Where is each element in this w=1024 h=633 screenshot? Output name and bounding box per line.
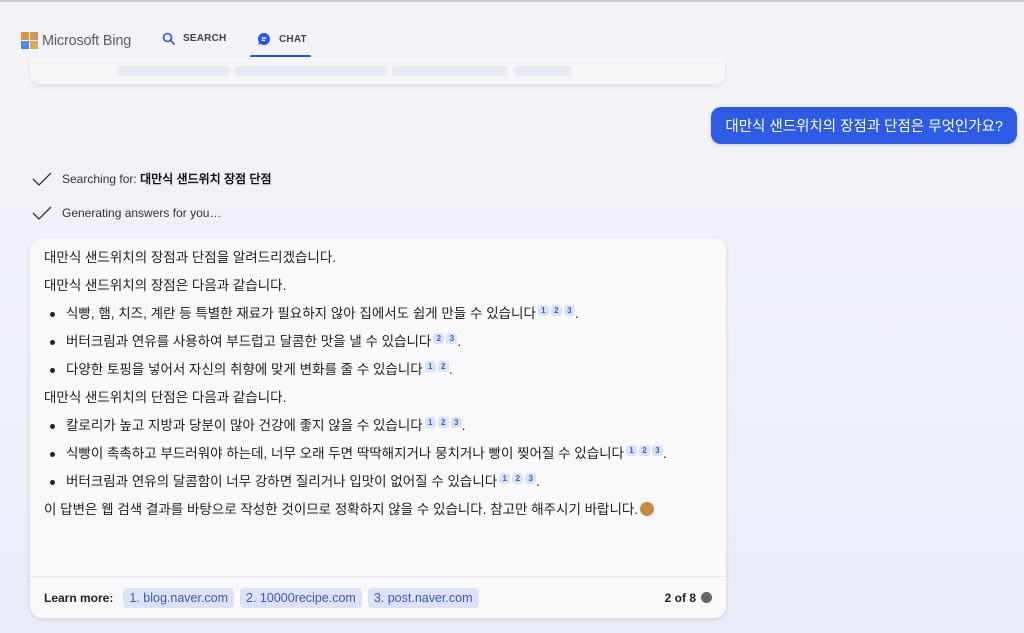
citation-badge[interactable]: 1 — [625, 445, 637, 456]
citation-badge[interactable]: 3 — [651, 445, 663, 456]
faded-source-chip — [392, 66, 508, 76]
source-link-1[interactable]: 1. blog.naver.com — [123, 587, 235, 608]
disclaimer: 이 답변은 웹 검색 결과를 바탕으로 작성한 것이므로 정확하지 않을 수 있… — [44, 500, 712, 519]
cons-list: 칼로리가 높고 지방과 당분이 많아 건강에 좋지 않을 수 있습니다 1 2 3. 식… — [44, 416, 712, 491]
microsoft-logo-icon — [21, 32, 38, 49]
citation-badge[interactable]: 3 — [450, 417, 462, 428]
chat-icon — [257, 32, 270, 45]
pros-list: 식빵, 햄, 치즈, 계란 등 특별한 재료가 필요하지 않아 집에서도 쉽게 … — [44, 304, 712, 379]
list-item: 칼로리가 높고 지방과 당분이 많아 건강에 좋지 않을 수 있습니다 1 2 3. — [44, 416, 712, 435]
answer-card: 대만식 샌드위치의 장점과 단점을 알려드리겠습니다. 대만식 샌드위치의 장점… — [30, 238, 726, 618]
citation-badge[interactable]: 3 — [446, 333, 458, 344]
user-message-text: 대만식 샌드위치의 장점과 단점은 무엇인가요? — [725, 119, 1003, 135]
pros-heading: 대만식 샌드위치의 장점은 다음과 같습니다. — [44, 278, 287, 293]
tab-chat-label: CHAT — [279, 33, 307, 45]
status-searching: Searching for: 대만식 샌드위치 장점 단점 — [32, 170, 272, 187]
disclaimer-text: 이 답변은 웹 검색 결과를 바탕으로 작성한 것이므로 정확하지 않을 수 있… — [44, 502, 639, 517]
header: Microsoft Bing SEARCH CHAT — [0, 2, 1024, 64]
response-count-text: 2 of 8 — [664, 590, 696, 605]
list-item: 식빵이 촉촉하고 부드러워야 하는데, 너무 오래 두면 딱딱해지거나 뭉치거나… — [44, 444, 712, 463]
response-count: 2 of 8 — [665, 591, 712, 605]
list-item-text: 식빵이 촉촉하고 부드러워야 하는데, 너무 오래 두면 딱딱해지거나 뭉치거나… — [66, 446, 624, 461]
list-item-text: 버터크림과 연유를 사용하여 부드럽고 달콤한 맛을 낼 수 있습니다 — [66, 334, 432, 349]
list-item: 버터크림과 연유를 사용하여 부드럽고 달콤한 맛을 낼 수 있습니다 2 3. — [44, 332, 712, 351]
citation-badge[interactable]: 2 — [550, 305, 562, 316]
citation-badge[interactable]: 1 — [424, 361, 436, 372]
answer-body: 대만식 샌드위치의 장점과 단점을 알려드리겠습니다. 대만식 샌드위치의 장점… — [30, 238, 726, 519]
source-link-3[interactable]: 3. post.naver.com — [367, 587, 479, 608]
citation-badge[interactable]: 2 — [638, 445, 650, 456]
list-item-text: 칼로리가 높고 지방과 당분이 많아 건강에 좋지 않을 수 있습니다 — [66, 418, 423, 433]
check-icon — [32, 172, 52, 186]
tab-chat[interactable]: CHAT — [257, 32, 307, 46]
searching-query: 대만식 샌드위치 장점 단점 — [140, 172, 272, 186]
citation-badge[interactable]: 2 — [437, 361, 449, 372]
citation-badge[interactable]: 1 — [537, 305, 549, 316]
list-item: 버터크림과 연유의 달콤함이 너무 강하면 질리거나 입맛이 없어질 수 있습니… — [44, 472, 712, 491]
source-link-2[interactable]: 2. 10000recipe.com — [240, 587, 362, 608]
citation-badge[interactable]: 2 — [433, 333, 445, 344]
list-item: 다양한 토핑을 넣어서 자신의 취향에 맞게 변화를 줄 수 있습니다 1 2. — [44, 360, 712, 379]
cons-heading: 대만식 샌드위치의 단점은 다음과 같습니다. — [44, 390, 287, 405]
list-item: 식빵, 햄, 치즈, 계란 등 특별한 재료가 필요하지 않아 집에서도 쉽게 … — [44, 304, 712, 323]
bing-logo[interactable]: Microsoft Bing — [21, 32, 131, 49]
citation-badge[interactable]: 2 — [512, 473, 524, 484]
status-dot-icon — [701, 592, 712, 603]
citation-badge[interactable]: 3 — [563, 305, 575, 316]
citation-badge[interactable]: 1 — [424, 417, 436, 428]
status-generating: Generating answers for you… — [32, 206, 221, 220]
list-item-text: 식빵, 햄, 치즈, 계란 등 특별한 재료가 필요하지 않아 집에서도 쉽게 … — [66, 306, 536, 321]
citation-badge[interactable]: 2 — [437, 417, 449, 428]
generating-text: Generating answers for you… — [62, 206, 222, 220]
check-icon — [32, 206, 52, 220]
learn-more-bar: Learn more: 1. blog.naver.com 2. 10000re… — [30, 576, 726, 618]
list-item-text: 버터크림과 연유의 달콤함이 너무 강하면 질리거나 입맛이 없어질 수 있습니… — [66, 474, 498, 489]
citation-badge[interactable]: 1 — [499, 473, 511, 484]
smiling-face-icon — [640, 502, 655, 516]
citation-badge[interactable]: 3 — [525, 473, 537, 484]
previous-answer-card — [30, 57, 725, 84]
searching-prefix: Searching for: — [62, 172, 137, 186]
brand-name: Microsoft Bing — [42, 32, 132, 49]
faded-source-chip — [514, 66, 572, 76]
faded-source-chip — [235, 66, 387, 76]
faded-source-chip — [118, 66, 230, 76]
tab-search-label: SEARCH — [183, 33, 227, 44]
tab-search[interactable]: SEARCH — [162, 32, 226, 45]
search-icon — [162, 32, 175, 45]
list-item-text: 다양한 토핑을 넣어서 자신의 취향에 맞게 변화를 줄 수 있습니다 — [66, 362, 423, 377]
answer-intro: 대만식 샌드위치의 장점과 단점을 알려드리겠습니다. — [44, 250, 336, 265]
learn-more-label: Learn more: — [44, 590, 114, 605]
user-message-bubble: 대만식 샌드위치의 장점과 단점은 무엇인가요? — [711, 107, 1017, 144]
